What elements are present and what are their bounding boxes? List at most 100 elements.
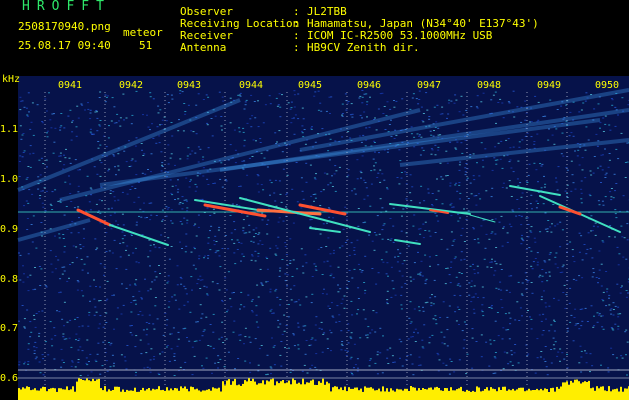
noise-speck <box>620 355 623 357</box>
noise-speck <box>322 189 325 191</box>
noise-speck <box>521 234 523 236</box>
noise-speck <box>219 266 222 268</box>
noise-speck <box>274 253 277 255</box>
noise-speck <box>99 300 102 301</box>
noise-speck <box>358 97 361 99</box>
noise-speck <box>42 374 45 376</box>
noise-speck <box>35 347 38 349</box>
noise-speck <box>76 317 79 318</box>
noise-speck <box>23 106 26 108</box>
noise-speck <box>269 247 272 249</box>
noise-speck <box>423 324 426 326</box>
noise-speck <box>96 130 99 132</box>
noise-speck <box>400 172 403 173</box>
level-bar <box>400 389 402 400</box>
noise-speck <box>297 118 300 120</box>
noise-speck <box>480 356 483 358</box>
noise-speck <box>21 134 24 136</box>
noise-speck <box>96 117 99 119</box>
noise-speck <box>570 132 573 134</box>
noise-speck <box>304 254 307 256</box>
noise-speck <box>178 203 181 205</box>
noise-speck <box>65 206 68 207</box>
noise-speck <box>283 330 286 332</box>
noise-speck <box>47 354 50 356</box>
noise-speck <box>277 319 280 321</box>
noise-speck <box>279 299 282 300</box>
noise-speck <box>167 144 170 146</box>
level-bar <box>84 380 86 400</box>
noise-speck <box>276 105 279 107</box>
noise-speck <box>473 195 476 197</box>
noise-speck <box>188 186 191 188</box>
noise-speck <box>448 99 451 101</box>
level-bar <box>162 389 164 400</box>
noise-speck <box>363 282 366 283</box>
noise-speck <box>332 252 335 254</box>
level-bar <box>190 386 192 400</box>
noise-speck <box>341 298 344 300</box>
noise-speck <box>356 358 359 360</box>
noise-speck <box>445 150 448 152</box>
noise-speck <box>113 196 116 198</box>
level-bar <box>178 390 180 400</box>
noise-speck <box>99 175 102 177</box>
noise-speck <box>79 346 82 348</box>
noise-speck <box>480 309 483 311</box>
level-bar <box>60 388 62 400</box>
noise-speck <box>619 292 622 294</box>
noise-speck <box>610 188 613 189</box>
noise-speck <box>360 141 363 143</box>
noise-speck <box>411 363 414 365</box>
noise-speck <box>388 124 391 125</box>
noise-speck <box>450 361 453 362</box>
noise-speck <box>597 200 600 202</box>
noise-speck <box>35 313 38 314</box>
level-bar <box>310 380 312 400</box>
noise-speck <box>62 336 65 338</box>
noise-speck <box>212 347 215 349</box>
noise-speck <box>359 95 362 97</box>
noise-speck <box>559 348 562 350</box>
noise-speck <box>130 160 133 162</box>
noise-speck <box>294 114 297 116</box>
noise-speck <box>409 108 412 110</box>
noise-speck <box>367 326 370 328</box>
noise-speck <box>467 210 470 212</box>
noise-speck <box>278 180 281 182</box>
noise-speck <box>502 368 505 370</box>
noise-speck <box>392 225 395 227</box>
noise-speck <box>398 183 401 185</box>
noise-speck <box>561 352 564 354</box>
noise-speck <box>496 312 499 313</box>
noise-speck <box>414 328 417 330</box>
noise-speck <box>71 120 74 122</box>
noise-speck <box>279 106 282 108</box>
noise-speck <box>455 148 458 150</box>
noise-speck <box>150 202 153 204</box>
noise-speck <box>63 214 66 216</box>
level-bar <box>116 386 118 400</box>
noise-speck <box>134 283 136 285</box>
noise-speck <box>65 148 67 150</box>
noise-speck <box>427 188 430 190</box>
noise-speck <box>417 251 419 253</box>
noise-speck <box>519 182 522 184</box>
level-bar <box>150 390 152 400</box>
noise-speck <box>606 288 609 290</box>
noise-speck <box>520 224 523 226</box>
level-bar <box>472 390 474 400</box>
noise-speck <box>365 93 368 95</box>
noise-speck <box>349 358 352 360</box>
noise-speck <box>458 164 461 166</box>
noise-speck <box>548 271 551 273</box>
noise-speck <box>488 307 491 308</box>
noise-speck <box>456 284 459 286</box>
level-bar <box>20 389 22 400</box>
noise-speck <box>551 223 553 225</box>
noise-speck <box>49 321 52 323</box>
noise-speck <box>325 293 328 295</box>
noise-speck <box>98 323 101 325</box>
level-bar <box>602 386 604 400</box>
noise-speck <box>144 278 146 280</box>
